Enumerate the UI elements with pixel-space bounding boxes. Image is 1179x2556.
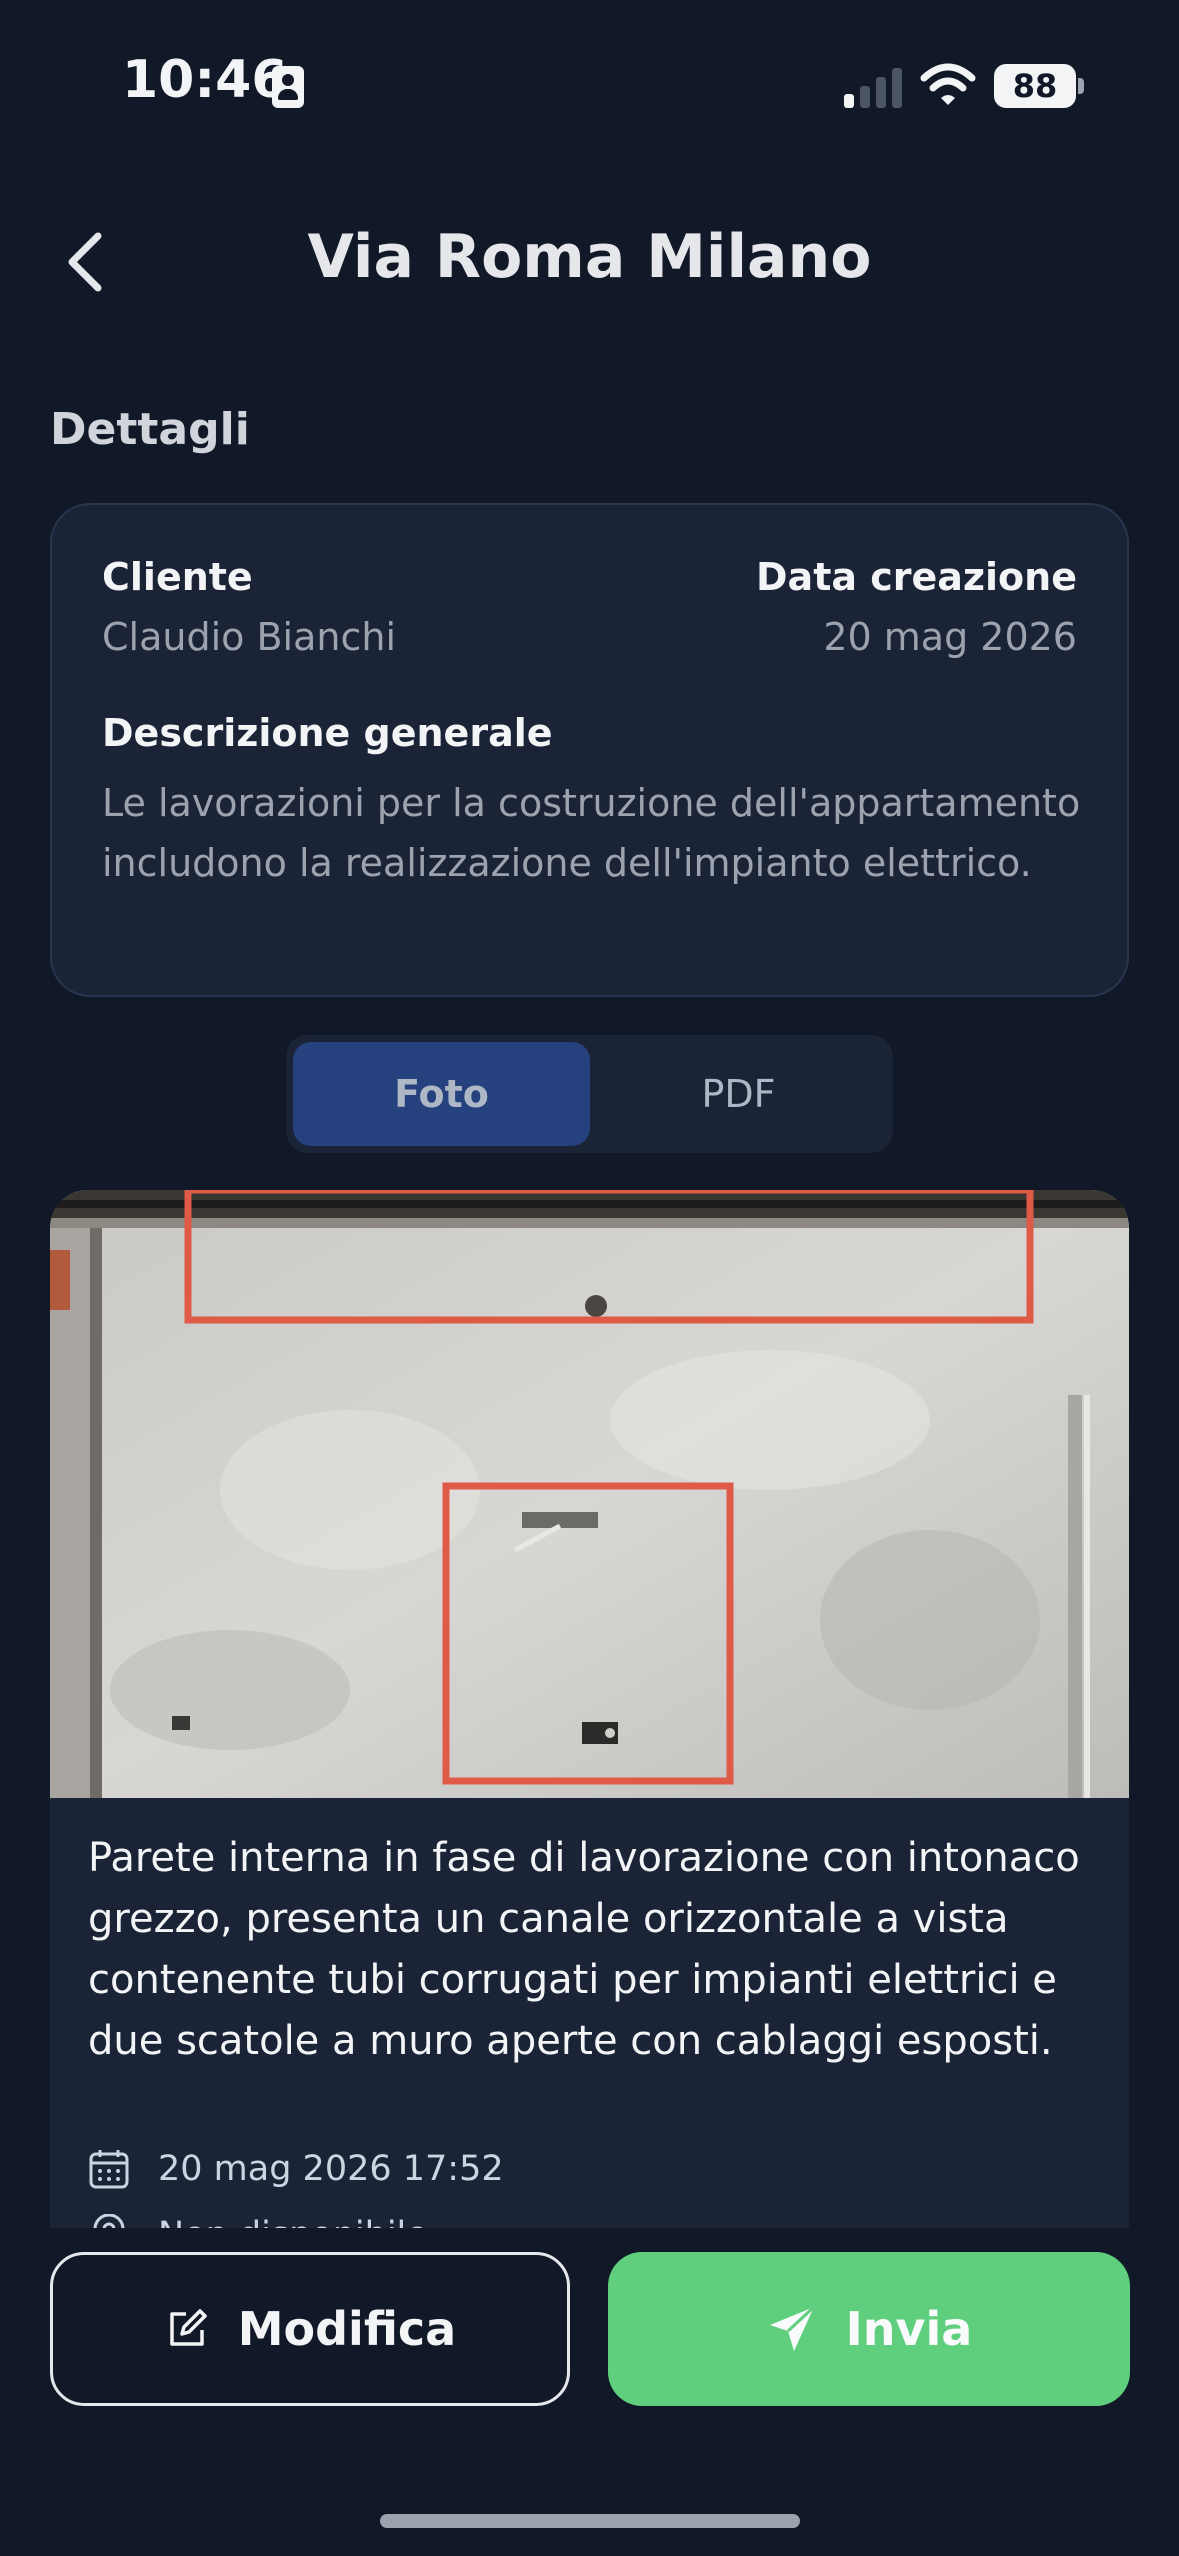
client-value: Claudio Bianchi (102, 615, 396, 659)
send-button[interactable]: Invia (608, 2252, 1130, 2406)
contact-card-icon (272, 66, 304, 108)
site-photo[interactable] (50, 1190, 1129, 1798)
description-value: Le lavorazioni per la costruzione dell'a… (102, 781, 1081, 885)
client-label: Cliente (102, 555, 253, 599)
back-chevron-icon[interactable] (56, 222, 116, 302)
section-title-details: Dettagli (50, 404, 250, 455)
media-tabs: Foto PDF (286, 1035, 893, 1153)
creation-date-value: 20 mag 2026 (823, 615, 1077, 659)
send-paper-plane-icon (769, 2305, 815, 2351)
tab-foto[interactable]: Foto (293, 1042, 590, 1146)
wifi-icon (920, 63, 976, 105)
screen: 10:46 88 Via Roma Milano Dettagli Client… (0, 0, 1179, 2556)
photo-card: Parete interna in fase di lavorazione co… (50, 1190, 1129, 2230)
photo-date-row: 20 mag 2026 17:52 (88, 2148, 504, 2190)
details-card: Cliente Claudio Bianchi Data creazione 2… (50, 503, 1129, 997)
edit-button-label: Modifica (237, 2302, 457, 2356)
battery-icon: 88 (994, 64, 1076, 108)
status-time: 10:46 (122, 50, 288, 110)
home-indicator[interactable] (380, 2514, 800, 2528)
edit-icon (170, 2309, 207, 2346)
description-label: Descrizione generale (102, 711, 553, 755)
photo-caption: Parete interna in fase di lavorazione co… (88, 1835, 1080, 2064)
edit-button[interactable]: Modifica (50, 2252, 570, 2406)
battery-tip (1078, 78, 1084, 94)
send-button-label: Invia (845, 2302, 973, 2356)
page-title: Via Roma Milano (307, 222, 872, 292)
status-bar: 10:46 88 (0, 0, 1179, 160)
cellular-signal-icon (844, 64, 904, 108)
tab-pdf[interactable]: PDF (590, 1042, 887, 1146)
photo-date: 20 mag 2026 17:52 (158, 2149, 504, 2189)
calendar-icon (89, 2150, 129, 2189)
creation-date-label: Data creazione (756, 555, 1077, 599)
